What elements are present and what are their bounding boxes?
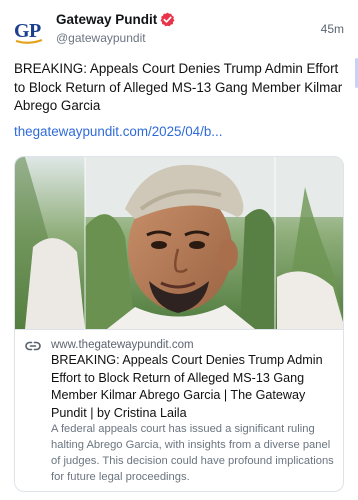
link-icon <box>25 341 41 351</box>
post-timestamp[interactable]: 45m <box>321 22 344 36</box>
svg-text:G: G <box>14 20 30 42</box>
author-avatar[interactable]: G P <box>12 13 46 47</box>
svg-text:P: P <box>29 20 41 42</box>
card-title[interactable]: BREAKING: Appeals Court Denies Trump Adm… <box>51 352 341 422</box>
card-domain: www.thegatewaypundit.com <box>51 339 194 351</box>
gp-logo-icon: G P <box>12 13 46 47</box>
post-card[interactable]: G P Gateway Pundit @gatewaypundit 45m BR… <box>0 0 358 500</box>
post-link[interactable]: thegatewaypundit.com/2025/04/b... <box>14 124 222 139</box>
card-image[interactable] <box>15 157 343 329</box>
author-handle[interactable]: @gatewaypundit <box>56 31 146 45</box>
post-text: BREAKING: Appeals Court Denies Trump Adm… <box>14 61 343 113</box>
card-divider <box>15 329 343 330</box>
card-description: A federal appeals court has issued a sig… <box>51 423 334 483</box>
author-name[interactable]: Gateway Pundit <box>56 12 157 27</box>
verified-badge-icon <box>160 12 175 27</box>
man-photo <box>15 157 343 329</box>
link-preview-card[interactable]: www.thegatewaypundit.com BREAKING: Appea… <box>14 156 344 492</box>
